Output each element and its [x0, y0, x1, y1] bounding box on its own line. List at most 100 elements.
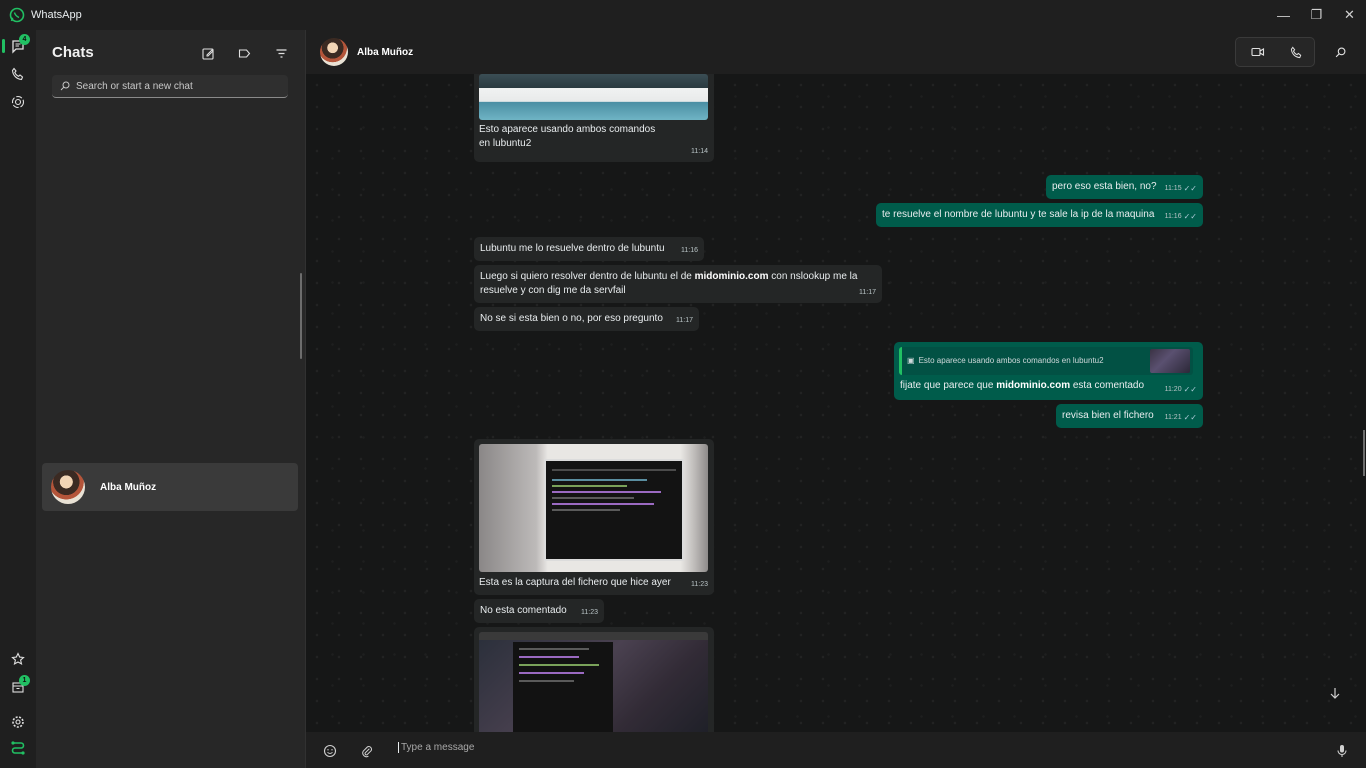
starred-nav-button[interactable] [8, 649, 28, 669]
read-ticks-icon: ✓✓ [1183, 212, 1197, 221]
message-text: resuelve y con dig me da servfail [480, 285, 626, 296]
terminal-screenshot [513, 642, 613, 732]
active-indicator [2, 39, 5, 53]
star-icon [11, 652, 25, 665]
voice-call-button[interactable] [1286, 39, 1306, 65]
emoji-button[interactable] [320, 741, 340, 761]
search-icon [1335, 47, 1345, 57]
video-call-button[interactable] [1248, 39, 1268, 65]
status-nav-button[interactable] [8, 92, 28, 112]
labels-button[interactable] [235, 44, 253, 62]
message-time: 11:15 [1164, 185, 1182, 192]
message-time: 11:16 [681, 247, 698, 254]
incoming-message[interactable]: Luego si quiero resolver dentro de lubun… [474, 265, 882, 303]
archived-nav-button[interactable]: 1 [8, 675, 30, 697]
voice-message-button[interactable] [1332, 741, 1352, 761]
search-input[interactable] [76, 80, 276, 92]
outgoing-reply-message[interactable]: ▣ Esto aparece usando ambos comandos en … [894, 342, 1203, 400]
message-text: Luego si quiero resolver dentro de lubun… [480, 271, 695, 282]
message-time: 11:20 [1164, 386, 1182, 393]
chat-list-scrollbar[interactable] [300, 273, 302, 359]
incoming-message[interactable]: No esta comentado 11:23 [474, 599, 604, 623]
smiley-icon [323, 744, 337, 758]
message-text: Esto aparece usando ambos comandos [479, 124, 656, 135]
minimize-button[interactable]: — [1267, 0, 1300, 30]
label-icon [238, 48, 250, 58]
message-link[interactable]: midominio.com [996, 380, 1070, 391]
search-icon [60, 81, 70, 91]
chat-list-item[interactable]: Alba Muñoz [42, 463, 298, 511]
scroll-to-bottom-button[interactable] [1322, 680, 1348, 706]
incoming-message[interactable]: Lubuntu me lo resuelve dentro de lubuntu… [474, 237, 704, 261]
search-box[interactable] [52, 75, 288, 98]
app-title: WhatsApp [31, 9, 82, 21]
message-list[interactable]: Esto aparece usando ambos comandos en lu… [306, 74, 1366, 732]
incoming-image-message[interactable]: Esto aparece usando ambos comandos en lu… [474, 74, 714, 162]
settings-nav-button[interactable] [8, 712, 28, 732]
filter-icon [276, 48, 286, 58]
outgoing-message[interactable]: te resuelve el nombre de lubuntu y te sa… [876, 203, 1203, 227]
message-text: No se si esta bien o no, por eso pregunt… [480, 313, 663, 324]
chat-item-name: Alba Muñoz [100, 481, 157, 493]
incoming-image-message[interactable] [474, 627, 714, 732]
incoming-image-message[interactable]: Esta es la captura del fichero que hice … [474, 439, 714, 595]
chat-list-panel: Chats Alba Muñoz [36, 30, 306, 768]
profile-nav-button[interactable] [8, 737, 28, 757]
new-chat-button[interactable] [199, 44, 217, 62]
message-image[interactable] [479, 444, 708, 572]
header-contact-name[interactable]: Alba Muñoz [357, 47, 413, 58]
message-image[interactable] [479, 74, 708, 120]
message-time: 11:17 [859, 289, 876, 296]
paperclip-icon [361, 745, 372, 757]
message-time: 11:16 [1164, 213, 1182, 220]
read-ticks-icon: ✓✓ [1183, 184, 1197, 193]
quoted-message[interactable]: ▣ Esto aparece usando ambos comandos en … [899, 347, 1193, 375]
whatsapp-logo-icon [9, 7, 25, 23]
arrow-down-icon [1330, 688, 1340, 699]
message-input[interactable] [398, 742, 1298, 753]
microphone-icon [1337, 745, 1347, 757]
read-ticks-icon: ✓✓ [1183, 413, 1197, 422]
attach-button[interactable] [357, 741, 377, 761]
chats-heading: Chats [52, 44, 94, 61]
message-list-scrollbar[interactable] [1363, 430, 1365, 476]
video-camera-icon [1251, 47, 1265, 57]
gear-icon [12, 716, 24, 728]
search-messages-button[interactable] [1330, 39, 1350, 65]
message-text: revisa bien el fichero [1062, 410, 1154, 421]
filter-button[interactable] [272, 44, 290, 62]
message-composer [306, 732, 1366, 768]
app-switch-icon [11, 741, 25, 755]
nav-rail: 4 1 [0, 30, 36, 768]
message-text: fijate que parece que [900, 380, 997, 391]
message-text: en lubuntu2 [479, 138, 532, 149]
quoted-thumbnail [1150, 349, 1190, 373]
restore-button[interactable]: ❐ [1300, 0, 1333, 30]
message-time: 11:14 [691, 148, 708, 155]
message-text: Esta es la captura del fichero que hice … [479, 577, 671, 588]
message-time: 11:23 [691, 581, 708, 588]
title-bar: WhatsApp — ❐ ✕ [0, 0, 1366, 30]
header-avatar[interactable] [320, 38, 348, 66]
terminal-screenshot [544, 459, 684, 561]
message-image[interactable] [479, 632, 708, 732]
chats-unread-badge: 4 [19, 34, 30, 45]
outgoing-message[interactable]: revisa bien el fichero 11:21 ✓✓ [1056, 404, 1203, 428]
message-link[interactable]: midominio.com [695, 271, 769, 282]
message-time: 11:21 [1164, 414, 1182, 421]
contact-avatar [51, 470, 85, 504]
chats-nav-button[interactable]: 4 [8, 34, 30, 56]
conversation-header: Alba Muñoz [306, 30, 1366, 74]
message-time: 11:17 [676, 317, 693, 324]
conversation-panel: Alba Muñoz Esto aparece usando ambos com… [306, 30, 1366, 768]
image-icon: ▣ [907, 356, 915, 365]
calls-nav-button[interactable] [8, 64, 28, 84]
message-text: No esta comentado [480, 605, 567, 616]
incoming-message[interactable]: No se si esta bien o no, por eso pregunt… [474, 307, 699, 331]
message-text: con nslookup me la [771, 271, 858, 282]
message-time: 11:23 [581, 609, 598, 616]
close-button[interactable]: ✕ [1333, 0, 1366, 30]
quoted-text: Esto aparece usando ambos comandos en lu… [918, 356, 1104, 365]
message-text: esta comentado [1072, 380, 1145, 391]
outgoing-message[interactable]: pero eso esta bien, no? 11:15 ✓✓ [1046, 175, 1203, 199]
